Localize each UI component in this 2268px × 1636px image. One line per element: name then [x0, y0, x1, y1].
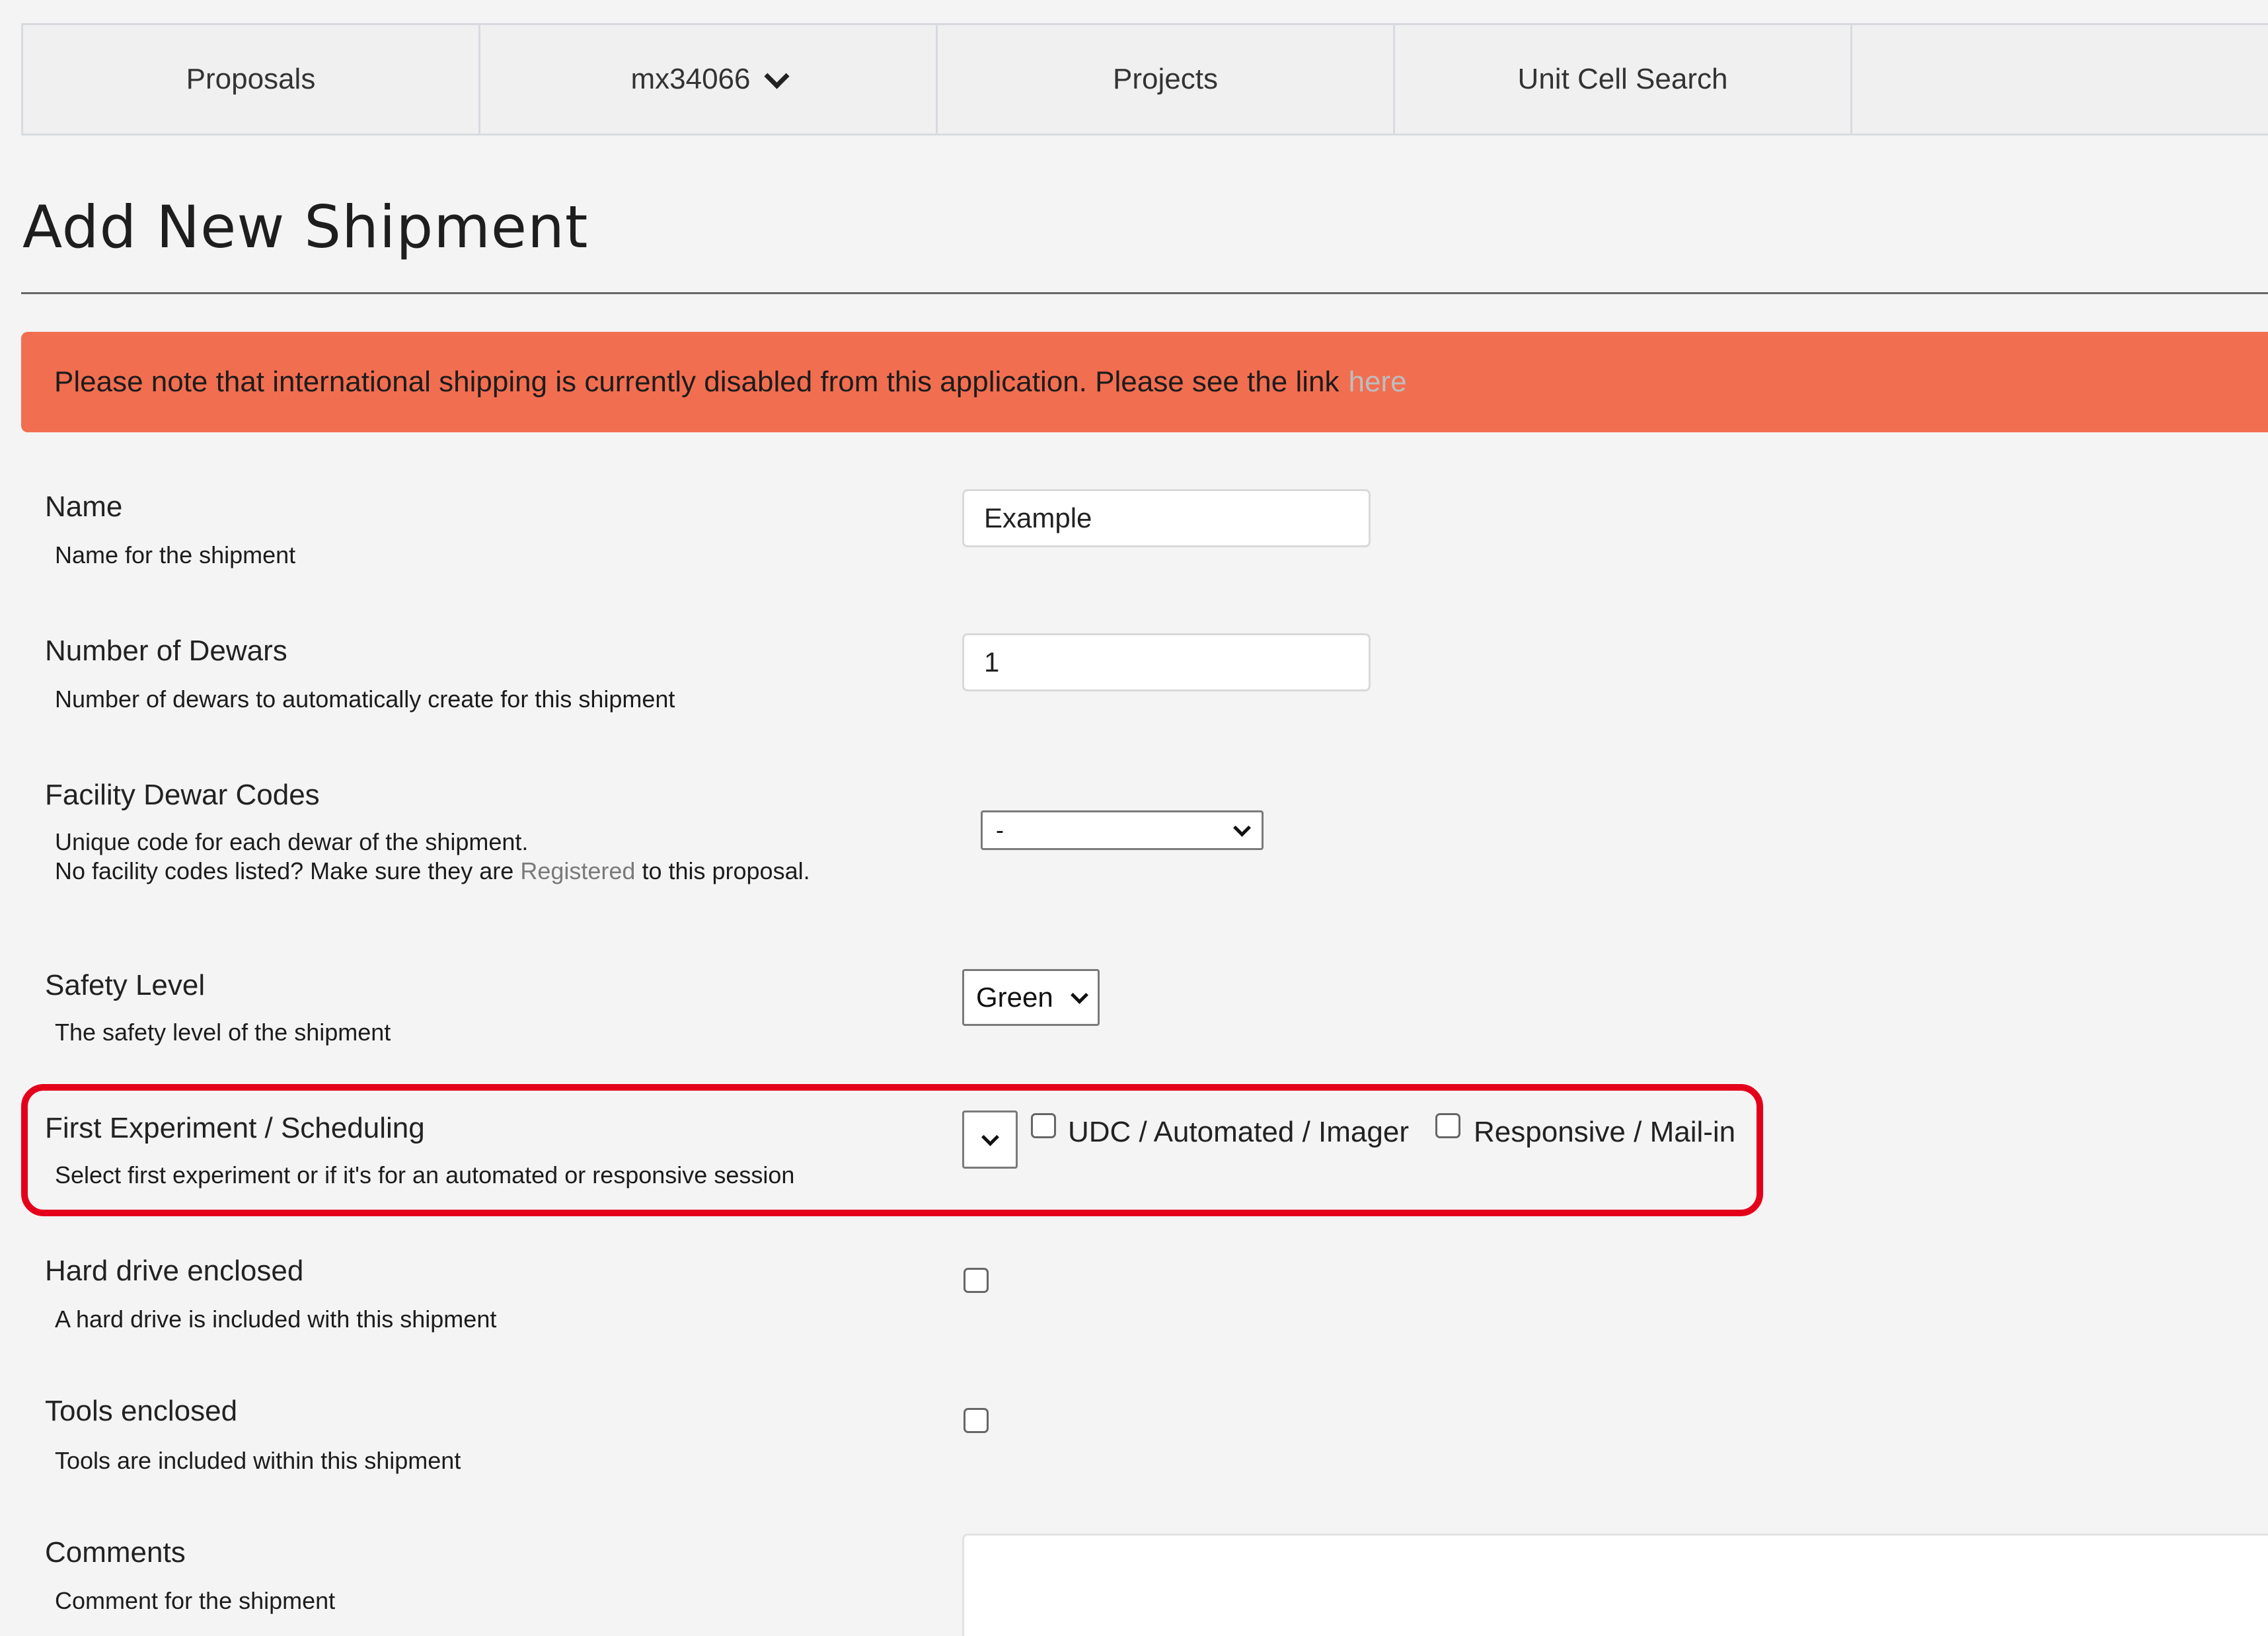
name-input[interactable] [962, 489, 1371, 547]
hard-drive-checkbox[interactable] [964, 1268, 989, 1293]
facility-codes-description-post: to this proposal. [642, 857, 810, 884]
safety-level-description: The safety level of the shipment [55, 1019, 391, 1046]
nav-proposal-dropdown[interactable]: mx34066 [480, 25, 938, 134]
tools-label: Tools enclosed [45, 1395, 238, 1427]
comments-textarea[interactable] [962, 1534, 2268, 1636]
international-shipping-alert: Please note that international shipping … [21, 332, 2268, 432]
comments-label: Comments [45, 1536, 186, 1569]
nav-proposals-label: Proposals [186, 63, 316, 95]
chevron-down-icon [1071, 986, 1088, 1004]
dewars-description: Number of dewars to automatically create… [55, 685, 675, 713]
safety-level-select[interactable]: Green [962, 969, 1100, 1026]
safety-level-label: Safety Level [45, 969, 206, 1001]
comments-description: Comment for the shipment [55, 1587, 336, 1614]
chevron-down-icon [981, 1128, 999, 1146]
nav-proposals[interactable]: Proposals [23, 25, 480, 134]
facility-codes-description-pre: No facility codes listed? Make sure they… [55, 857, 514, 884]
facility-codes-label: Facility Dewar Codes [45, 779, 320, 811]
udc-automated-label: UDC / Automated / Imager [1068, 1116, 1409, 1148]
facility-codes-select[interactable]: - [981, 810, 1264, 850]
safety-level-selected: Green [976, 982, 1053, 1013]
hard-drive-description: A hard drive is included with this shipm… [55, 1305, 497, 1333]
first-experiment-highlight [21, 1084, 1763, 1216]
name-label: Name [45, 490, 123, 523]
hard-drive-label: Hard drive enclosed [45, 1255, 304, 1287]
alert-link[interactable]: here [1348, 366, 1406, 399]
nav-projects[interactable]: Projects [938, 25, 1395, 134]
responsive-mail-in-checkbox[interactable] [1435, 1113, 1460, 1138]
facility-codes-description-line1: Unique code for each dewar of the shipme… [55, 828, 529, 855]
registered-link[interactable]: Registered [520, 857, 635, 884]
facility-codes-selected: - [996, 816, 1004, 843]
page-title: Add New Shipment [22, 193, 589, 261]
nav-projects-label: Projects [1113, 63, 1218, 95]
nav-unit-cell-search-label: Unit Cell Search [1517, 63, 1728, 95]
tools-description: Tools are included within this shipment [55, 1447, 461, 1474]
facility-codes-description-line2: No facility codes listed? Make sure they… [55, 857, 810, 886]
chevron-down-icon [1233, 818, 1251, 837]
first-experiment-description: Select first experiment or if it's for a… [55, 1161, 795, 1188]
dewars-label: Number of Dewars [45, 635, 287, 667]
nav-unit-cell-search[interactable]: Unit Cell Search [1395, 25, 1852, 134]
tools-checkbox[interactable] [964, 1408, 989, 1433]
first-experiment-select[interactable] [962, 1110, 1018, 1169]
udc-automated-checkbox[interactable] [1031, 1113, 1056, 1138]
first-experiment-label: First Experiment / Scheduling [45, 1112, 425, 1144]
name-description: Name for the shipment [55, 541, 296, 568]
responsive-mail-in-label: Responsive / Mail-in [1474, 1116, 1736, 1148]
title-divider [21, 292, 2268, 294]
top-navigation: Proposals mx34066 Projects Unit Cell Sea… [21, 23, 2268, 136]
chevron-down-icon [763, 63, 790, 89]
alert-text: Please note that international shipping … [54, 366, 1340, 398]
dewars-input[interactable] [962, 633, 1371, 691]
facility-codes-description: Unique code for each dewar of the shipme… [55, 828, 810, 886]
nav-proposal-dropdown-label: mx34066 [630, 63, 751, 95]
